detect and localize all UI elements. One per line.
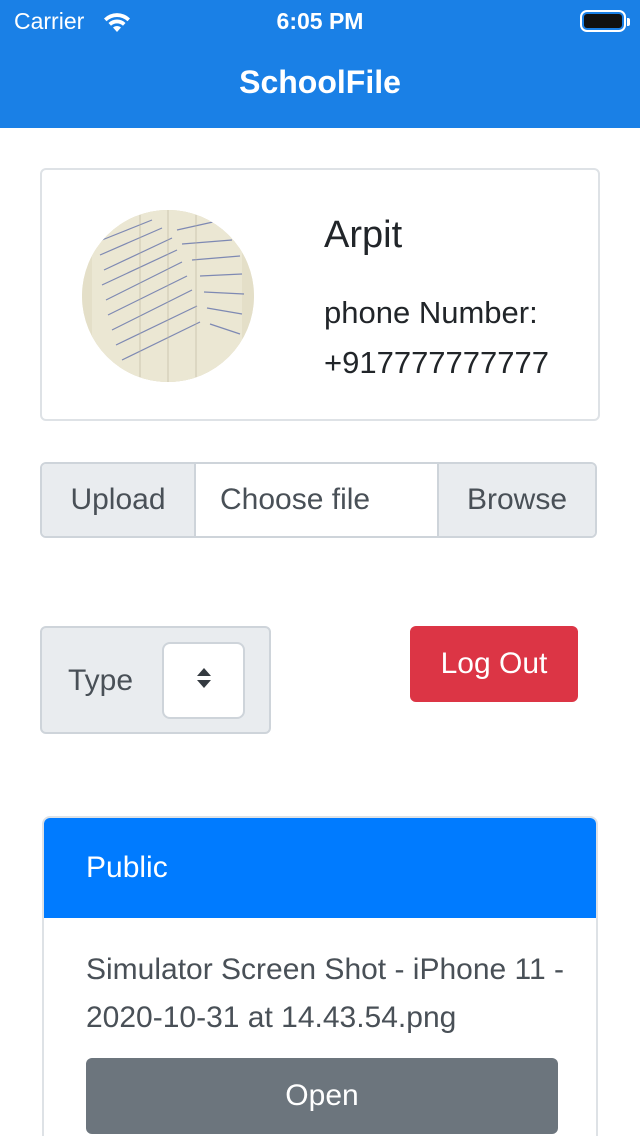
battery-icon bbox=[580, 10, 630, 32]
public-header: Public bbox=[44, 818, 596, 918]
file-input[interactable]: Choose file bbox=[196, 464, 437, 536]
select-chevron-icon bbox=[195, 666, 213, 695]
profile-phone: phone Number: +917777777777 bbox=[324, 288, 594, 388]
avatar bbox=[82, 210, 254, 382]
phone-value: +917777777777 bbox=[324, 345, 549, 380]
browse-button[interactable]: Browse bbox=[437, 464, 595, 536]
status-bar: Carrier 6:05 PM bbox=[0, 6, 640, 36]
phone-label: phone Number: bbox=[324, 295, 538, 330]
open-file-button[interactable]: Open bbox=[86, 1058, 558, 1134]
app-header: Carrier 6:05 PM SchoolFile bbox=[0, 0, 640, 128]
page-title: SchoolFile bbox=[239, 64, 401, 100]
public-files-card: Public Simulator Screen Shot - iPhone 11… bbox=[42, 816, 598, 1136]
file-upload-group: Upload Choose file Browse bbox=[40, 462, 597, 538]
status-time: 6:05 PM bbox=[276, 8, 364, 34]
profile-card: Arpit phone Number: +917777777777 bbox=[40, 168, 600, 421]
type-select[interactable] bbox=[162, 642, 245, 719]
upload-button[interactable]: Upload bbox=[42, 464, 196, 536]
type-label: Type bbox=[68, 664, 134, 697]
logout-button[interactable]: Log Out bbox=[410, 626, 578, 702]
type-select-group: Type bbox=[40, 626, 271, 734]
profile-name: Arpit bbox=[324, 214, 403, 256]
file-name: Simulator Screen Shot - iPhone 11 - 2020… bbox=[86, 953, 565, 1034]
